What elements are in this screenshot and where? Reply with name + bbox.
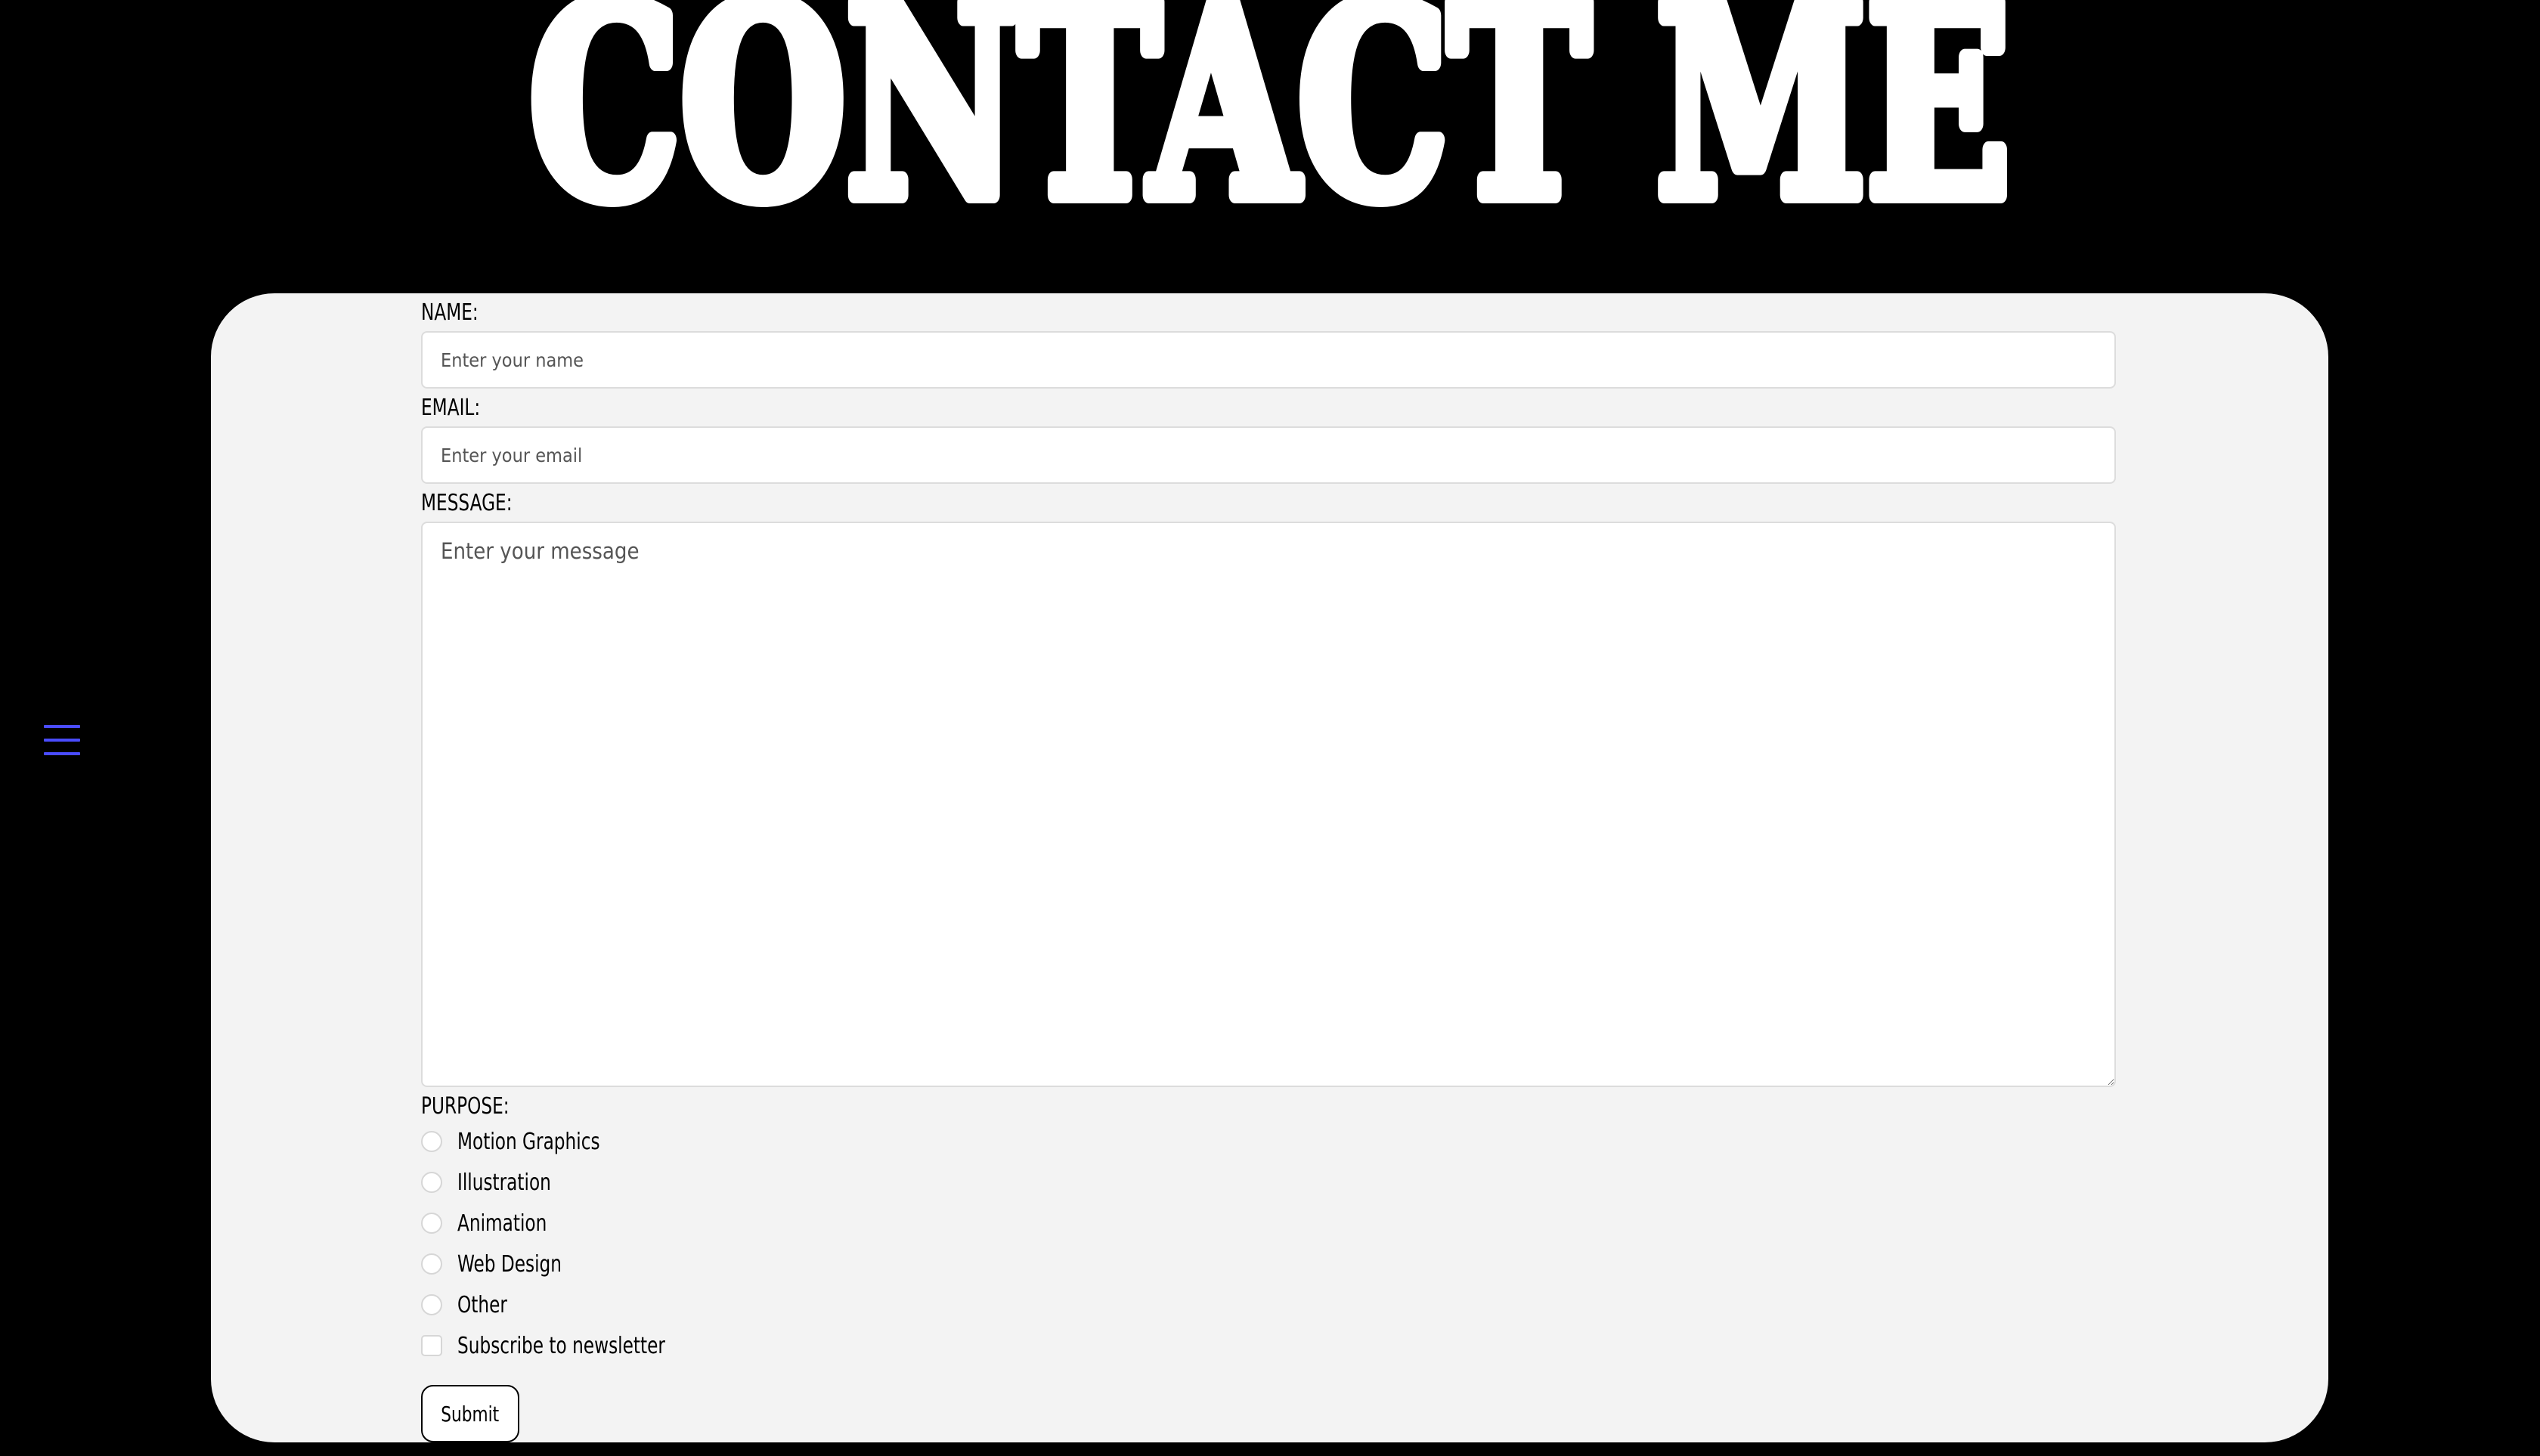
purpose-option-motion-graphics[interactable]: Motion Graphics (421, 1126, 623, 1157)
purpose-option-other[interactable]: Other (421, 1290, 516, 1320)
message-textarea[interactable] (421, 522, 2116, 1087)
menu-bar (44, 725, 80, 728)
option-label: Animation (457, 1210, 547, 1237)
page-title: CONTACT ME (0, 0, 2540, 212)
name-label: NAME: (421, 299, 479, 326)
menu-bar (44, 752, 80, 755)
radio-button[interactable] (421, 1172, 442, 1193)
title-art: CONTACT ME (521, 0, 2019, 212)
option-label: Web Design (457, 1250, 562, 1278)
submit-label: Submit (441, 1401, 500, 1427)
contact-form-card: NAME: EMAIL: MESSAGE: PURPOSE: Motion Gr… (211, 293, 2328, 1442)
submit-button[interactable]: Submit (421, 1385, 519, 1442)
newsletter-checkbox[interactable] (421, 1335, 442, 1356)
menu-bar (44, 739, 80, 742)
newsletter-option[interactable]: Subscribe to newsletter (421, 1331, 699, 1361)
contact-page: CONTACT ME NAME: EMAIL: MESSAGE: PURPOSE… (0, 0, 2540, 1456)
hamburger-menu-icon[interactable] (42, 722, 82, 760)
radio-button[interactable] (421, 1253, 442, 1275)
page-title-text: CONTACT ME (529, 0, 2011, 212)
newsletter-label: Subscribe to newsletter (457, 1332, 665, 1359)
message-label: MESSAGE: (421, 490, 513, 516)
option-label: Illustration (457, 1169, 551, 1196)
purpose-label: PURPOSE: (421, 1093, 510, 1120)
purpose-option-animation[interactable]: Animation (421, 1208, 562, 1238)
radio-button[interactable] (421, 1294, 442, 1315)
email-input[interactable] (421, 426, 2116, 484)
name-input[interactable] (421, 331, 2116, 389)
option-label: Motion Graphics (457, 1128, 600, 1155)
email-label: EMAIL: (421, 395, 481, 421)
radio-button[interactable] (421, 1131, 442, 1152)
radio-button[interactable] (421, 1213, 442, 1234)
purpose-option-illustration[interactable]: Illustration (421, 1167, 566, 1197)
option-label: Other (457, 1291, 507, 1318)
purpose-option-web-design[interactable]: Web Design (421, 1249, 578, 1279)
